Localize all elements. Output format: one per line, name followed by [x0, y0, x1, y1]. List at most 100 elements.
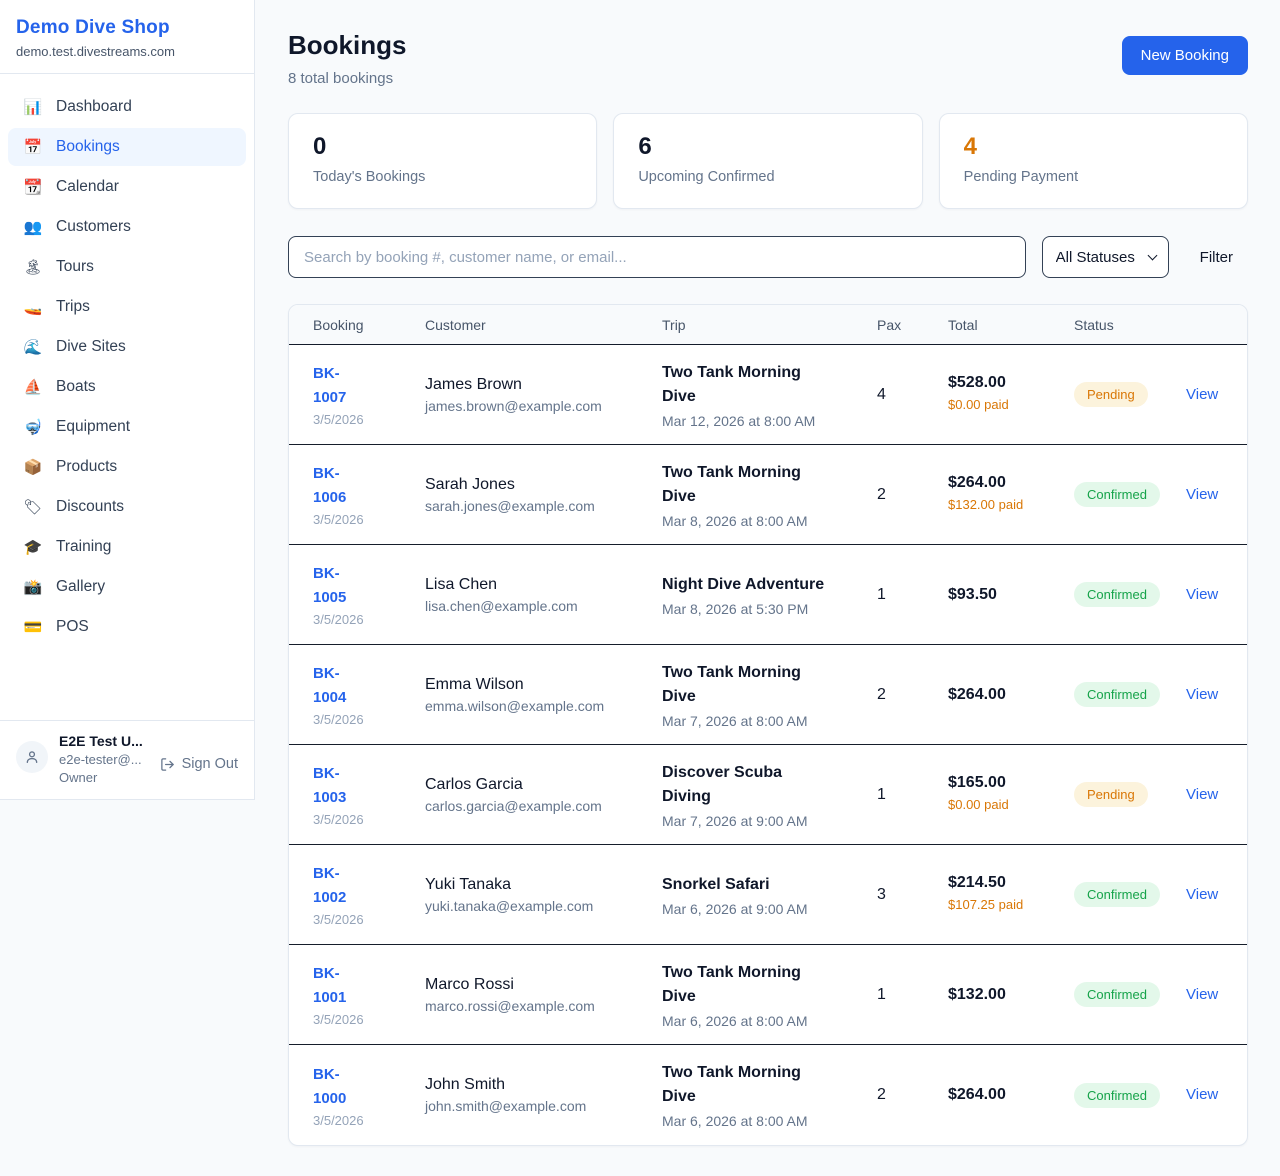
booking-id-link[interactable]: BK-1004	[313, 662, 369, 710]
status-badge: Confirmed	[1074, 682, 1160, 707]
sidebar-item-pos[interactable]: 💳 POS	[8, 608, 246, 646]
sidebar-item-discounts[interactable]: 🏷 Discounts	[8, 488, 246, 526]
sidebar-item-boats[interactable]: ⛵ Boats	[8, 368, 246, 406]
user-block: E2E Test U... e2e-tester@... Owner Sign …	[0, 720, 254, 799]
trip-cell: Two Tank Morning Dive Mar 7, 2026 at 8:0…	[662, 661, 877, 729]
search-input[interactable]	[288, 236, 1026, 278]
total-cell: $528.00 $0.00 paid	[948, 374, 1074, 415]
equipment-icon: 🤿	[23, 420, 43, 435]
view-link[interactable]: View	[1186, 786, 1218, 803]
sidebar-item-calendar[interactable]: 📆 Calendar	[8, 168, 246, 206]
booking-id-link[interactable]: BK-1003	[313, 762, 369, 810]
stat-value: 0	[313, 133, 572, 161]
table-row: BK-1005 3/5/2026 Lisa Chen lisa.chen@exa…	[289, 545, 1247, 645]
sidebar-item-dive-sites[interactable]: 🌊 Dive Sites	[8, 328, 246, 366]
status-cell: Confirmed	[1074, 682, 1186, 707]
status-cell: Pending	[1074, 382, 1186, 407]
customer-name: Carlos Garcia	[425, 776, 662, 794]
total-amount: $264.00	[948, 686, 1074, 704]
booking-id-link[interactable]: BK-1006	[313, 462, 369, 510]
sidebar-item-dashboard[interactable]: 📊 Dashboard	[8, 88, 246, 126]
trip-datetime: Mar 6, 2026 at 8:00 AM	[662, 1113, 877, 1129]
user-email: e2e-tester@...	[59, 752, 149, 767]
actions-cell: View	[1186, 986, 1225, 1004]
new-booking-button[interactable]: New Booking	[1122, 36, 1248, 75]
customer-name: Sarah Jones	[425, 476, 662, 494]
booking-cell: BK-1004 3/5/2026	[313, 662, 425, 727]
status-cell: Confirmed	[1074, 482, 1186, 507]
booking-cell: BK-1005 3/5/2026	[313, 562, 425, 627]
page-header: Bookings 8 total bookings New Booking	[288, 30, 1248, 87]
stats-cards: 0 Today's Bookings 6 Upcoming Confirmed …	[288, 113, 1248, 209]
view-link[interactable]: View	[1186, 986, 1218, 1003]
booking-date: 3/5/2026	[313, 412, 425, 427]
booking-date: 3/5/2026	[313, 1012, 425, 1027]
actions-cell: View	[1186, 1086, 1225, 1104]
customer-email: lisa.chen@example.com	[425, 598, 662, 614]
actions-cell: View	[1186, 486, 1225, 504]
booking-id-link[interactable]: BK-1002	[313, 862, 369, 910]
view-link[interactable]: View	[1186, 586, 1218, 603]
pax-cell: 4	[877, 386, 948, 404]
customer-name: Yuki Tanaka	[425, 876, 662, 894]
sign-out-icon	[160, 757, 175, 772]
view-link[interactable]: View	[1186, 1086, 1218, 1103]
booking-cell: BK-1006 3/5/2026	[313, 462, 425, 527]
total-cell: $93.50	[948, 586, 1074, 604]
status-select[interactable]: All Statuses	[1042, 236, 1169, 278]
sidebar-item-customers[interactable]: 👥 Customers	[8, 208, 246, 246]
sidebar-item-equipment[interactable]: 🤿 Equipment	[8, 408, 246, 446]
stat-label: Today's Bookings	[313, 169, 572, 185]
booking-date: 3/5/2026	[313, 512, 425, 527]
trip-cell: Two Tank Morning Dive Mar 12, 2026 at 8:…	[662, 361, 877, 429]
stat-card-todays-bookings: 0 Today's Bookings	[288, 113, 597, 209]
total-amount: $165.00	[948, 774, 1074, 792]
sidebar-item-bookings[interactable]: 📅 Bookings	[8, 128, 246, 166]
dive-sites-icon: 🌊	[23, 340, 43, 355]
customer-cell: Emma Wilson emma.wilson@example.com	[425, 676, 662, 714]
status-badge: Confirmed	[1074, 482, 1160, 507]
table-row: BK-1000 3/5/2026 John Smith john.smith@e…	[289, 1045, 1247, 1145]
table-row: BK-1001 3/5/2026 Marco Rossi marco.rossi…	[289, 945, 1247, 1045]
status-badge: Confirmed	[1074, 882, 1160, 907]
sidebar: Demo Dive Shop demo.test.divestreams.com…	[0, 0, 255, 800]
booking-id-link[interactable]: BK-1001	[313, 962, 369, 1010]
training-icon: 🎓	[23, 540, 43, 555]
pax-cell: 1	[877, 586, 948, 604]
booking-cell: BK-1007 3/5/2026	[313, 362, 425, 427]
actions-cell: View	[1186, 886, 1225, 904]
trip-name: Two Tank Morning Dive	[662, 1061, 834, 1109]
status-cell: Confirmed	[1074, 582, 1186, 607]
customer-name: Lisa Chen	[425, 576, 662, 594]
customer-email: sarah.jones@example.com	[425, 498, 662, 514]
view-link[interactable]: View	[1186, 386, 1218, 403]
customer-name: Marco Rossi	[425, 976, 662, 994]
stat-card-upcoming-confirmed: 6 Upcoming Confirmed	[613, 113, 922, 209]
booking-cell: BK-1002 3/5/2026	[313, 862, 425, 927]
booking-cell: BK-1003 3/5/2026	[313, 762, 425, 827]
view-link[interactable]: View	[1186, 686, 1218, 703]
sidebar-item-products[interactable]: 📦 Products	[8, 448, 246, 486]
total-cell: $264.00 $132.00 paid	[948, 474, 1074, 515]
sign-out-button[interactable]: Sign Out	[160, 756, 238, 772]
filter-button[interactable]: Filter	[1185, 249, 1248, 266]
sidebar-item-trips[interactable]: 🚤 Trips	[8, 288, 246, 326]
sidebar-item-tours[interactable]: 🏝 Tours	[8, 248, 246, 286]
customer-cell: Marco Rossi marco.rossi@example.com	[425, 976, 662, 1014]
booking-id-link[interactable]: BK-1000	[313, 1063, 369, 1111]
booking-id-link[interactable]: BK-1007	[313, 362, 369, 410]
customer-email: james.brown@example.com	[425, 398, 662, 414]
status-badge: Pending	[1074, 382, 1148, 407]
customer-cell: Carlos Garcia carlos.garcia@example.com	[425, 776, 662, 814]
sidebar-item-training[interactable]: 🎓 Training	[8, 528, 246, 566]
booking-cell: BK-1000 3/5/2026	[313, 1063, 425, 1128]
trip-datetime: Mar 6, 2026 at 8:00 AM	[662, 1013, 877, 1029]
view-link[interactable]: View	[1186, 886, 1218, 903]
view-link[interactable]: View	[1186, 486, 1218, 503]
booking-id-link[interactable]: BK-1005	[313, 562, 369, 610]
sign-out-label: Sign Out	[182, 756, 238, 772]
gallery-icon: 📸	[23, 580, 43, 595]
sidebar-item-gallery[interactable]: 📸 Gallery	[8, 568, 246, 606]
total-amount: $264.00	[948, 1086, 1074, 1104]
table-row: BK-1004 3/5/2026 Emma Wilson emma.wilson…	[289, 645, 1247, 745]
